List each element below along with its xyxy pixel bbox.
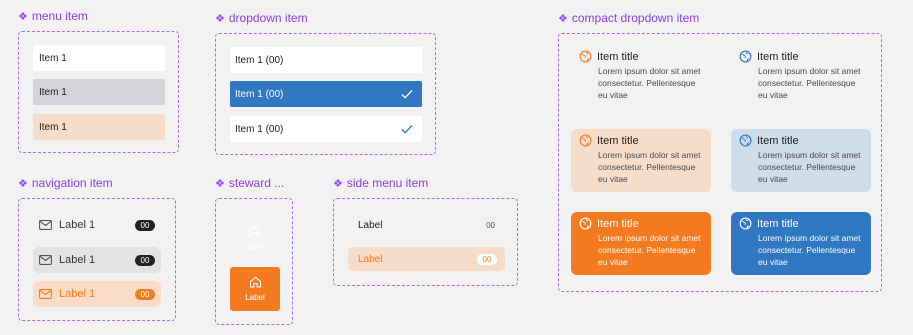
mail-icon: [39, 220, 52, 230]
compact-item-active-blue[interactable]: Item title Lorem ipsum dolor sit amet co…: [731, 212, 871, 275]
compact-item-active-orange[interactable]: Item title Lorem ipsum dolor sit amet co…: [571, 212, 711, 275]
component-icon: ❖: [18, 177, 28, 190]
compact-item-description: Lorem ipsum dolor sit amet consectetur. …: [598, 66, 701, 100]
compact-item-description: Lorem ipsum dolor sit amet consectetur. …: [598, 150, 701, 184]
compact-item-description: Lorem ipsum dolor sit amet consectetur. …: [758, 150, 861, 184]
section-title-compact-dropdown-item: ❖ compact dropdown item: [558, 11, 700, 25]
globe-icon: [579, 217, 592, 230]
compact-item-title: Item title: [597, 134, 639, 147]
section-title-dropdown-item: ❖ dropdown item: [215, 11, 308, 25]
component-icon: ❖: [558, 12, 568, 25]
count-badge: 00: [486, 220, 495, 230]
nav-item-label: Label 1: [59, 219, 96, 231]
side-menu-item-active[interactable]: Label 00: [348, 247, 505, 271]
steward-frame: Label Label: [215, 198, 293, 325]
menu-item-label: Item 1: [39, 86, 67, 98]
steward-item-default[interactable]: Label: [230, 216, 278, 260]
mail-icon: [39, 289, 52, 299]
side-menu-item-label: Label: [358, 253, 383, 265]
compact-item-default-blue[interactable]: Item title Lorem ipsum dolor sit amet co…: [731, 45, 871, 108]
mail-icon: [39, 255, 52, 265]
count-badge: 00: [135, 254, 155, 266]
component-icon: ❖: [215, 177, 225, 190]
nav-item-hover[interactable]: Label 1 00: [33, 247, 161, 273]
compact-item-description: Lorem ipsum dolor sit amet consectetur. …: [598, 233, 701, 267]
globe-icon: [579, 134, 592, 147]
side-menu-item-default[interactable]: Label 00: [348, 213, 505, 237]
count-badge: 00: [477, 253, 497, 265]
checkmark-icon: [401, 90, 413, 99]
compact-item-description: Lorem ipsum dolor sit amet consectetur. …: [758, 233, 861, 267]
section-title-steward: ❖ steward ...: [215, 176, 285, 190]
dropdown-item-default[interactable]: Item 1 (00): [230, 47, 422, 73]
nav-item-label: Label 1: [59, 288, 96, 300]
nav-item-default[interactable]: Label 1 00: [33, 212, 161, 238]
compact-item-title: Item title: [757, 50, 799, 63]
steward-item-label: Label: [245, 293, 265, 302]
compact-item-title: Item title: [757, 134, 799, 147]
menu-item-default[interactable]: Item 1: [33, 45, 165, 71]
globe-icon: [579, 50, 592, 63]
compact-item-title: Item title: [597, 50, 639, 63]
compact-item-description: Lorem ipsum dolor sit amet consectetur. …: [758, 66, 861, 100]
menu-item-frame: Item 1 Item 1 Item 1: [18, 31, 179, 153]
dropdown-item-label: Item 1 (00): [235, 88, 284, 100]
dropdown-item-label: Item 1 (00): [235, 54, 284, 66]
menu-item-hover[interactable]: Item 1: [33, 79, 165, 105]
menu-item-label: Item 1: [39, 52, 67, 64]
section-title-navigation-item: ❖ navigation item: [18, 176, 113, 190]
component-icon: ❖: [215, 12, 225, 25]
home-icon: [249, 276, 261, 288]
steward-item-active[interactable]: Label: [230, 267, 280, 311]
checkmark-icon: [401, 125, 413, 134]
nav-item-active[interactable]: Label 1 00: [33, 281, 161, 307]
dropdown-item-checked[interactable]: Item 1 (00): [230, 116, 422, 142]
navigation-item-frame: Label 1 00 Label 1 00 Label 1 00: [18, 198, 176, 321]
count-badge: 00: [135, 219, 155, 231]
side-menu-item-frame: Label 00 Label 00: [333, 198, 518, 286]
dropdown-item-label: Item 1 (00): [235, 123, 284, 135]
section-title-side-menu-item: ❖ side menu item: [333, 176, 429, 190]
dropdown-item-selected[interactable]: Item 1 (00): [230, 81, 422, 107]
compact-item-title: Item title: [757, 217, 799, 230]
steward-item-label: Label: [244, 242, 264, 251]
compact-item-title: Item title: [597, 217, 639, 230]
globe-icon: [739, 134, 752, 147]
side-menu-item-label: Label: [358, 219, 383, 231]
compact-dropdown-frame: Item title Lorem ipsum dolor sit amet co…: [558, 33, 882, 292]
dropdown-item-frame: Item 1 (00) Item 1 (00) Item 1 (00): [215, 33, 436, 155]
component-icon: ❖: [18, 10, 28, 23]
home-icon: [248, 225, 260, 237]
section-title-menu-item: ❖ menu item: [18, 9, 88, 23]
menu-item-label: Item 1: [39, 121, 67, 133]
compact-item-default-orange[interactable]: Item title Lorem ipsum dolor sit amet co…: [571, 45, 711, 108]
count-badge: 00: [135, 288, 155, 300]
globe-icon: [739, 217, 752, 230]
menu-item-selected[interactable]: Item 1: [33, 114, 165, 140]
globe-icon: [739, 50, 752, 63]
compact-item-hover-blue[interactable]: Item title Lorem ipsum dolor sit amet co…: [731, 129, 871, 192]
compact-item-hover-orange[interactable]: Item title Lorem ipsum dolor sit amet co…: [571, 129, 711, 192]
nav-item-label: Label 1: [59, 254, 96, 266]
component-icon: ❖: [333, 177, 343, 190]
